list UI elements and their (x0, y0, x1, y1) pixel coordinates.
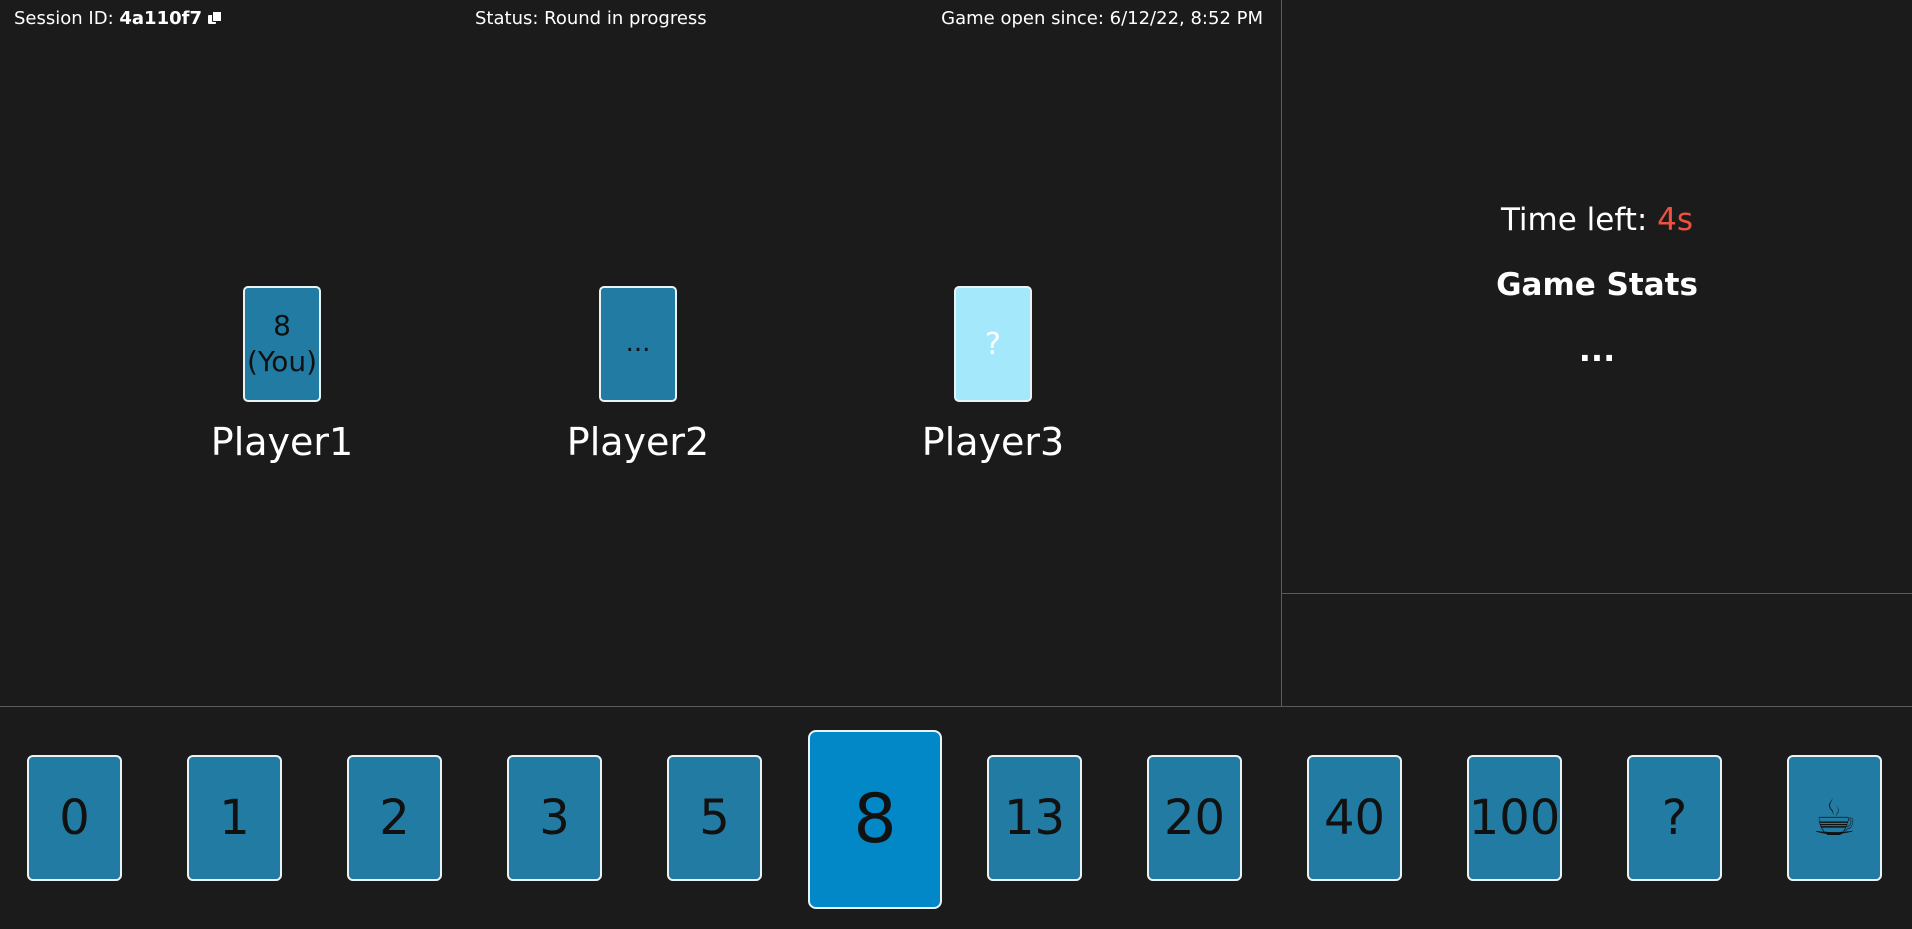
hand-card-1[interactable]: 1 (187, 755, 282, 881)
player-card-value: 8 (273, 308, 291, 342)
hand-card-3[interactable]: 3 (507, 755, 602, 881)
session-label: Session ID: (14, 8, 114, 29)
hand-card-question[interactable]: ? (1627, 755, 1722, 881)
hand-card-5[interactable]: 5 (667, 755, 762, 881)
hand-card-0[interactable]: 0 (27, 755, 122, 881)
hand-card-2[interactable]: 2 (347, 755, 442, 881)
info-bar: Session ID: 4a110f7 Status: Round in pro… (14, 8, 1263, 30)
session-info: Session ID: 4a110f7 (14, 8, 222, 30)
player-card: ... (599, 286, 677, 402)
time-left-label: Time left: (1500, 202, 1648, 238)
hand-card-13[interactable]: 13 (987, 755, 1082, 881)
game-stats-title: Game Stats (1496, 267, 1698, 303)
coffee-cup-icon: ☕ (1812, 789, 1857, 847)
time-left-value: 4s (1657, 202, 1694, 238)
player-seat: 8 (You) Player1 (182, 286, 382, 464)
game-stats-body: ... (1578, 331, 1616, 369)
hand-card-40[interactable]: 40 (1307, 755, 1402, 881)
hand-card-coffee[interactable]: ☕ (1787, 755, 1882, 881)
player-card-text: ... (625, 328, 651, 359)
hand-card-20[interactable]: 20 (1147, 755, 1242, 881)
player-card: 8 (You) (243, 286, 321, 402)
player-card: ? (954, 286, 1032, 402)
player-name: Player3 (921, 420, 1065, 464)
game-status: Status: Round in progress (475, 8, 707, 29)
side-panel: Time left: 4s Game Stats ... (1282, 0, 1912, 594)
player-card-text: ? (985, 326, 1001, 362)
hand-card-8-selected[interactable]: 8 (808, 730, 942, 909)
game-open-since: Game open since: 6/12/22, 8:52 PM (941, 8, 1263, 29)
player-name: Player1 (210, 420, 354, 464)
player-seat: ... Player2 (538, 286, 738, 464)
copy-icon[interactable] (207, 11, 222, 25)
planning-poker-app: Session ID: 4a110f7 Status: Round in pro… (0, 0, 1912, 929)
time-left: Time left: 4s (1282, 202, 1912, 238)
hand-card-100[interactable]: 100 (1467, 755, 1562, 881)
player-card-note: (You) (246, 345, 318, 378)
session-id: 4a110f7 (119, 8, 202, 29)
card-hand: 0 1 2 3 5 8 13 20 40 100 ? ☕ (0, 706, 1912, 929)
player-name: Player2 (566, 420, 710, 464)
player-seat: ? Player3 (893, 286, 1093, 464)
players-row: 8 (You) Player1 ... Player2 ? Player3 (0, 286, 1281, 476)
game-table: Session ID: 4a110f7 Status: Round in pro… (0, 0, 1282, 706)
